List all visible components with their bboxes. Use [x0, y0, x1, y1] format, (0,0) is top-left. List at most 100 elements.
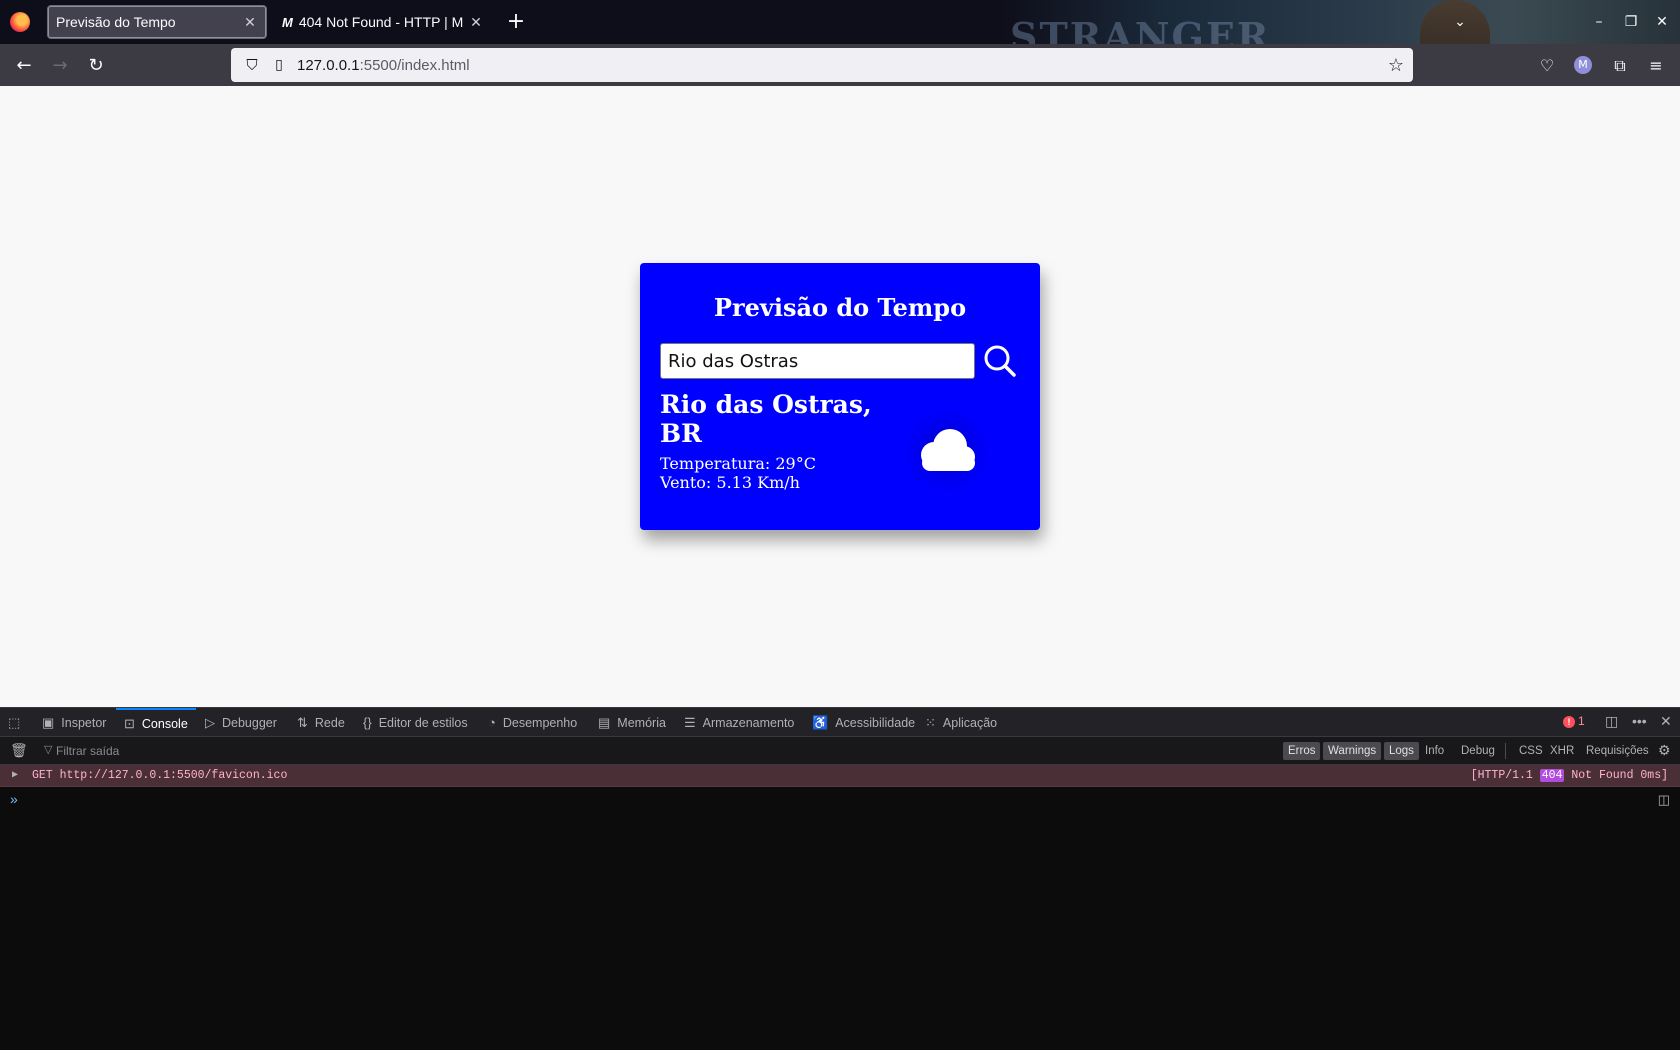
- error-message: GET http://127.0.0.1:5500/favicon.ico: [32, 769, 288, 782]
- sidebar-toggle-icon[interactable]: ◫: [1658, 792, 1670, 808]
- filter-logs-button[interactable]: Logs: [1384, 742, 1419, 760]
- debugger-icon: ▷: [205, 714, 215, 730]
- theme-art-title: STRANGER: [1010, 14, 1271, 44]
- back-arrow-icon[interactable]: ←: [10, 52, 38, 80]
- expand-arrow-icon[interactable]: ▶: [12, 769, 18, 781]
- network-icon: ⇅: [297, 714, 308, 730]
- status-code-badge[interactable]: 404: [1539, 769, 1565, 782]
- filter-css-button[interactable]: CSS: [1514, 742, 1548, 760]
- error-count: 1: [1578, 714, 1585, 728]
- close-window-icon[interactable]: ✕: [1650, 10, 1674, 34]
- tab-label: Rede: [314, 715, 345, 730]
- url-text[interactable]: 127.0.0.1:5500/index.html: [291, 57, 1379, 74]
- storage-icon: ☰: [684, 714, 696, 730]
- style-editor-icon: {}: [363, 715, 372, 730]
- tab-armazenamento[interactable]: ☰ Armazenamento: [684, 708, 794, 737]
- error-status: [HTTP/1.1 404 Not Found 0ms]: [1471, 769, 1668, 782]
- tab-strip: STRANGER Previsão do Tempo ✕ M 404 Not F…: [0, 0, 1680, 44]
- dock-side-icon[interactable]: ◫: [1605, 713, 1618, 730]
- weather-card: Previsão do Tempo Rio das Ostras, BR Tem…: [640, 263, 1040, 530]
- filter-debug-button[interactable]: Debug: [1456, 742, 1500, 760]
- tab-desempenho[interactable]: ◔ Desempenho: [488, 708, 577, 737]
- wind-text: Vento: 5.13 Km/h: [660, 473, 800, 492]
- page-icon[interactable]: ▯: [267, 57, 291, 73]
- tab-label: 404 Not Found - HTTP | M: [298, 14, 464, 30]
- devtools-toolbar: ⬚ ▣ Inspetor ⊡ Console ▷ Debugger ⇅ Rede {} E…: [0, 707, 1680, 737]
- restore-icon[interactable]: ❐: [1619, 10, 1643, 34]
- bookmark-star-icon[interactable]: ☆: [1379, 55, 1413, 76]
- filter-errors-button[interactable]: Erros: [1283, 742, 1321, 760]
- forward-arrow-icon[interactable]: →: [46, 52, 74, 80]
- url-host: 127.0.0.1: [297, 56, 360, 74]
- console-settings-gear-icon[interactable]: ⚙: [1658, 742, 1671, 759]
- shield-icon[interactable]: ⛉: [237, 56, 267, 74]
- tab-label: Debugger: [222, 715, 277, 730]
- city-search-input[interactable]: [660, 343, 975, 379]
- filter-separator: [1505, 743, 1506, 759]
- temperature-text: Temperatura: 29°C: [660, 454, 816, 473]
- close-tab-icon[interactable]: ✕: [242, 14, 258, 31]
- tab-label: Memória: [617, 715, 666, 730]
- tab-label: Inspetor: [61, 715, 107, 730]
- memory-icon: ▤: [598, 714, 611, 730]
- url-path: :5500/index.html: [359, 56, 470, 74]
- tab-acessibilidade[interactable]: ♿ Acessibilidade: [812, 708, 915, 737]
- element-picker-icon: ⬚: [8, 714, 21, 730]
- close-devtools-icon[interactable]: ✕: [1660, 713, 1672, 730]
- weather-icon: [902, 411, 992, 491]
- devtools-panel: ⬚ ▣ Inspetor ⊡ Console ▷ Debugger ⇅ Rede {} E…: [0, 707, 1680, 1050]
- application-icon: ⁙: [925, 714, 936, 730]
- page-viewport: Previsão do Tempo Rio das Ostras, BR Tem…: [0, 86, 1680, 707]
- account-avatar[interactable]: M: [1574, 56, 1592, 74]
- console-icon: ⊡: [124, 715, 135, 731]
- tab-label: Acessibilidade: [835, 715, 916, 730]
- error-icon: !: [1563, 716, 1575, 728]
- puzzle-icon[interactable]: ⧉: [1608, 54, 1632, 78]
- tab-label: Desempenho: [502, 715, 578, 730]
- list-all-tabs-icon[interactable]: ⌄: [1448, 10, 1472, 34]
- filter-requests-button[interactable]: Requisições: [1581, 742, 1654, 760]
- navigation-toolbar: ← → ↻ ⛉ ▯ 127.0.0.1:5500/index.html ☆ ♡ …: [0, 44, 1680, 86]
- more-options-icon[interactable]: •••: [1632, 713, 1647, 729]
- trash-icon[interactable]: 🗑: [10, 742, 28, 759]
- mdn-favicon-icon: M: [282, 14, 293, 30]
- performance-icon: ◔: [488, 715, 496, 730]
- city-name: Rio das Ostras, BR: [660, 390, 872, 448]
- tab-console[interactable]: ⊡ Console: [116, 708, 196, 737]
- status-prefix: [HTTP/1.1: [1470, 769, 1533, 782]
- tab-rede[interactable]: ⇅ Rede: [297, 708, 345, 737]
- url-bar[interactable]: ⛉ ▯ 127.0.0.1:5500/index.html ☆: [231, 48, 1413, 82]
- new-tab-button[interactable]: +: [504, 8, 528, 36]
- tab-label: Console: [141, 716, 188, 731]
- element-picker-button[interactable]: ⬚: [8, 708, 27, 737]
- pocket-icon[interactable]: ♡: [1535, 54, 1559, 78]
- cloud-icon: [921, 429, 975, 471]
- status-suffix: Not Found 0ms]: [1571, 769, 1668, 782]
- console-filter-input[interactable]: [56, 741, 456, 761]
- reload-icon[interactable]: ↻: [82, 52, 110, 80]
- tab-aplicacao[interactable]: ⁙ Aplicação: [925, 708, 997, 737]
- filter-icon: ▽: [44, 744, 53, 756]
- firefox-icon[interactable]: [10, 12, 30, 32]
- tab-label: Armazenamento: [702, 715, 795, 730]
- console-error-row[interactable]: ▶ GET http://127.0.0.1:5500/favicon.ico …: [0, 765, 1680, 787]
- filter-xhr-button[interactable]: XHR: [1545, 742, 1579, 760]
- tab-404-not-found[interactable]: M 404 Not Found - HTTP | M ✕: [274, 5, 492, 39]
- search-button[interactable]: [980, 341, 1020, 381]
- tab-inspetor[interactable]: ▣ Inspetor: [42, 708, 106, 737]
- filter-warnings-button[interactable]: Warnings: [1323, 742, 1382, 760]
- card-title: Previsão do Tempo: [713, 293, 967, 322]
- tab-debugger[interactable]: ▷ Debugger: [205, 708, 277, 737]
- filter-info-button[interactable]: Info: [1420, 742, 1449, 760]
- search-icon: [984, 345, 1016, 377]
- tab-memoria[interactable]: ▤ Memória: [598, 708, 666, 737]
- minimize-icon[interactable]: –: [1587, 10, 1611, 34]
- accessibility-icon: ♿: [812, 714, 829, 730]
- console-filter-bar: 🗑 ▽ Erros Warnings Logs Info Debug CSS X…: [0, 737, 1680, 765]
- hamburger-menu-icon[interactable]: ≡: [1644, 54, 1668, 78]
- console-prompt-chevron-icon[interactable]: »: [10, 791, 18, 807]
- close-tab-icon[interactable]: ✕: [468, 14, 484, 31]
- tab-previsao-do-tempo[interactable]: Previsão do Tempo ✕: [47, 5, 267, 39]
- error-count-badge[interactable]: ! 1: [1563, 714, 1585, 728]
- tab-editor-de-estilos[interactable]: {} Editor de estilos: [363, 708, 468, 737]
